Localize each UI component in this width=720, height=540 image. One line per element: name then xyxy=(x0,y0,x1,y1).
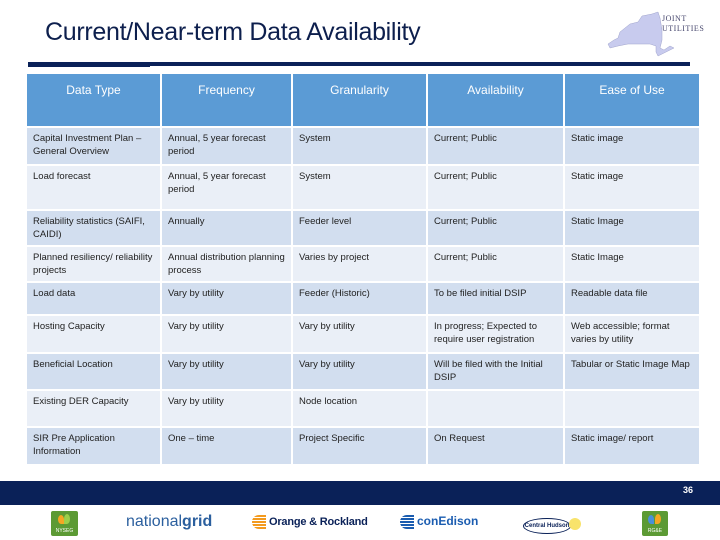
cell-granularity: System xyxy=(293,166,426,209)
cell-frequency: One – time xyxy=(162,428,291,464)
table-row: Hosting Capacity Vary by utility Vary by… xyxy=(27,316,699,352)
cell-frequency: Annually xyxy=(162,211,291,245)
cell-ease-of-use xyxy=(565,391,699,426)
cell-availability: Current; Public xyxy=(428,128,563,164)
cell-granularity: System xyxy=(293,128,426,164)
cell-availability: In progress; Expected to require user re… xyxy=(428,316,563,352)
leaf-icon xyxy=(64,514,70,524)
table-row: Capital Investment Plan – General Overvi… xyxy=(27,128,699,164)
sun-icon xyxy=(569,518,581,530)
cell-availability: Will be filed with the Initial DSIP xyxy=(428,354,563,389)
cell-ease-of-use: Static Image xyxy=(565,247,699,281)
cell-availability: Current; Public xyxy=(428,247,563,281)
table-row: Planned resiliency/ reliability projects… xyxy=(27,247,699,281)
cell-data-type: Planned resiliency/ reliability projects xyxy=(27,247,160,281)
nyseg-logo: NYSEG xyxy=(51,511,78,536)
cell-granularity: Vary by utility xyxy=(293,316,426,352)
page-number: 36 xyxy=(682,485,693,495)
cell-granularity: Vary by utility xyxy=(293,354,426,389)
cell-data-type: Load forecast xyxy=(27,166,160,209)
cell-data-type: Capital Investment Plan – General Overvi… xyxy=(27,128,160,164)
column-header-ease-of-use: Ease of Use xyxy=(565,74,699,126)
cell-data-type: SIR Pre Application Information xyxy=(27,428,160,464)
nyseg-logo-text: NYSEG xyxy=(55,528,74,534)
table-row: SIR Pre Application Information One – ti… xyxy=(27,428,699,464)
cell-data-type: Hosting Capacity xyxy=(27,316,160,352)
rge-logo-text: RG&E xyxy=(647,528,663,534)
table-row: Load data Vary by utility Feeder (Histor… xyxy=(27,283,699,314)
cell-ease-of-use: Static Image xyxy=(565,211,699,245)
cell-ease-of-use: Web accessible; format varies by utility xyxy=(565,316,699,352)
cell-availability: Current; Public xyxy=(428,166,563,209)
central-hudson-text: Central Hudson xyxy=(523,518,571,534)
cell-availability: Current; Public xyxy=(428,211,563,245)
column-header-granularity: Granularity xyxy=(293,74,426,126)
orange-rockland-logo: Orange & Rockland xyxy=(252,515,368,529)
cell-granularity: Node location xyxy=(293,391,426,426)
cell-frequency: Vary by utility xyxy=(162,283,291,314)
cell-ease-of-use: Static image xyxy=(565,166,699,209)
cell-ease-of-use: Tabular or Static Image Map xyxy=(565,354,699,389)
central-hudson-logo: Central Hudson xyxy=(523,512,583,536)
cell-frequency: Annual, 5 year forecast period xyxy=(162,166,291,209)
national-grid-prefix: national xyxy=(126,513,183,530)
con-edison-text: conEdison xyxy=(417,514,479,528)
table-row: Beneficial Location Vary by utility Vary… xyxy=(27,354,699,389)
column-header-availability: Availability xyxy=(428,74,563,126)
rge-logo: RG&E xyxy=(642,511,668,536)
title-underline-accent xyxy=(28,62,150,67)
cell-data-type: Load data xyxy=(27,283,160,314)
cell-availability: To be filed initial DSIP xyxy=(428,283,563,314)
cell-granularity: Project Specific xyxy=(293,428,426,464)
orange-rockland-text: Orange & Rockland xyxy=(269,515,368,528)
cell-availability xyxy=(428,391,563,426)
con-edison-logo: conEdison xyxy=(400,514,478,529)
cell-frequency: Vary by utility xyxy=(162,316,291,352)
logo-text-line2: UTILITIES xyxy=(662,24,705,33)
table-row: Existing DER Capacity Vary by utility No… xyxy=(27,391,699,426)
cell-frequency: Annual distribution planning process xyxy=(162,247,291,281)
table-row: Load forecast Annual, 5 year forecast pe… xyxy=(27,166,699,209)
cell-data-type: Reliability statistics (SAIFI, CAIDI) xyxy=(27,211,160,245)
cell-ease-of-use: Static image xyxy=(565,128,699,164)
national-grid-suffix: grid xyxy=(182,513,213,530)
cell-frequency: Annual, 5 year forecast period xyxy=(162,128,291,164)
cell-granularity: Varies by project xyxy=(293,247,426,281)
table-header-row: Data Type Frequency Granularity Availabi… xyxy=(27,74,699,126)
leaf-icon xyxy=(648,515,654,524)
cell-frequency: Vary by utility xyxy=(162,391,291,426)
cell-ease-of-use: Readable data file xyxy=(565,283,699,314)
orange-rockland-stripes-icon xyxy=(252,515,266,529)
data-availability-table: Data Type Frequency Granularity Availabi… xyxy=(25,72,701,466)
cell-ease-of-use: Static image/ report xyxy=(565,428,699,464)
page-title: Current/Near-term Data Availability xyxy=(45,18,421,46)
footer-bar xyxy=(0,481,720,505)
leaf-icon xyxy=(655,514,661,524)
cell-data-type: Existing DER Capacity xyxy=(27,391,160,426)
column-header-data-type: Data Type xyxy=(27,74,160,126)
cell-frequency: Vary by utility xyxy=(162,354,291,389)
con-edison-stripes-icon xyxy=(400,514,414,529)
logo-text-line1: JOINT xyxy=(662,14,687,23)
cell-availability: On Request xyxy=(428,428,563,464)
cell-granularity: Feeder level xyxy=(293,211,426,245)
cell-granularity: Feeder (Historic) xyxy=(293,283,426,314)
national-grid-logo: nationalgrid xyxy=(126,513,212,531)
table-row: Reliability statistics (SAIFI, CAIDI) An… xyxy=(27,211,699,245)
column-header-frequency: Frequency xyxy=(162,74,291,126)
joint-utilities-text: JOINT UTILITIES xyxy=(662,14,704,34)
cell-data-type: Beneficial Location xyxy=(27,354,160,389)
